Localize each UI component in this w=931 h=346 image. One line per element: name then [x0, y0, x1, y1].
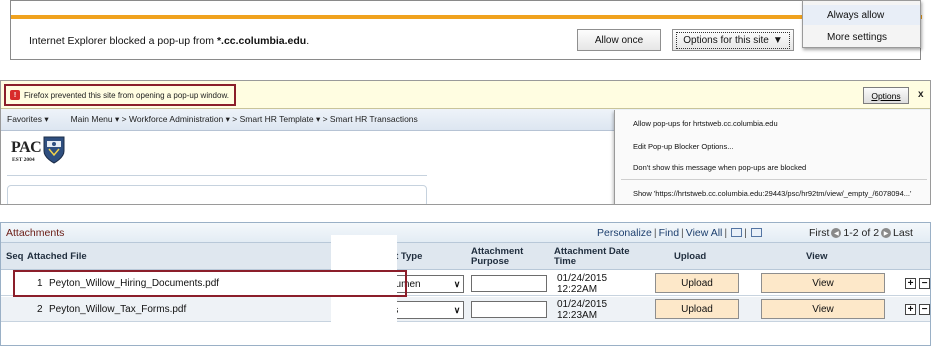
- column-header-upload: Upload: [674, 250, 707, 262]
- column-header-seq: Seq: [6, 250, 24, 262]
- ie-options-dropdown-menu: Always allow More settings: [802, 0, 921, 48]
- download-grid-icon[interactable]: [750, 228, 762, 237]
- firefox-popup-message: Firefox prevented this site from opening…: [24, 90, 230, 100]
- row-time: 12:22AM: [557, 283, 598, 295]
- page-divider: [7, 175, 427, 176]
- personalize-link[interactable]: Personalize: [597, 227, 652, 239]
- row-attachment-date: 01/24/2015 12:23AM: [557, 297, 607, 322]
- show-blocked-popup-menu-item[interactable]: Show 'https://hrtstweb.cc.columbia.edu:2…: [615, 183, 930, 203]
- first-link[interactable]: First: [809, 227, 829, 239]
- grid-pagination: First ◀ 1-2 of 2 ▶ Last: [809, 227, 913, 239]
- delete-row-icon[interactable]: −: [919, 278, 930, 289]
- column-header-attachment-date-time: Attachment Date Time: [554, 245, 630, 267]
- close-notification-icon[interactable]: x: [918, 89, 924, 100]
- pac-logo-text: PAC: [11, 139, 42, 156]
- firefox-options-dropdown-menu: Allow pop-ups for hrtstweb.cc.columbia.e…: [614, 110, 930, 204]
- column-header-attachment-purpose: Attachment Purpose: [471, 245, 524, 267]
- row-time: 12:23AM: [557, 309, 598, 321]
- previous-page-icon[interactable]: ◀: [831, 228, 842, 238]
- dropdown-arrow-icon: ▼: [772, 34, 783, 46]
- ie-popup-blocked-message: Internet Explorer blocked a pop-up from …: [29, 35, 309, 47]
- attachments-title: Attachments: [6, 227, 65, 239]
- next-page-icon[interactable]: ▶: [881, 228, 892, 238]
- row-highlight-box: [13, 270, 407, 297]
- firefox-options-label: Options: [871, 90, 901, 101]
- add-row-icon[interactable]: +: [905, 304, 916, 315]
- view-button[interactable]: View: [761, 273, 885, 293]
- row-seq: 2: [37, 304, 43, 315]
- row-attached-file: Peyton_Willow_Tax_Forms.pdf: [49, 304, 187, 315]
- grid-column-headers: Seq Attached File ent Type Attachment Pu…: [1, 243, 930, 270]
- pac-logo-est: EST 2004: [12, 157, 35, 163]
- firefox-options-button[interactable]: Options: [863, 87, 909, 104]
- last-link[interactable]: Last: [893, 227, 913, 239]
- upload-button[interactable]: Upload: [655, 273, 739, 293]
- ie-message-suffix: .: [306, 35, 310, 47]
- firefox-browser-window: ! Firefox prevented this site from openi…: [0, 80, 931, 205]
- view-all-link[interactable]: View All: [686, 227, 723, 239]
- popup-blocked-warning-icon: !: [10, 90, 20, 100]
- row-attachment-date: 01/24/2015 12:22AM: [557, 271, 607, 296]
- find-link[interactable]: Find: [659, 227, 679, 239]
- row-range-text: 1-2 of 2: [843, 227, 880, 239]
- firefox-popup-message-highlight: ! Firefox prevented this site from openi…: [4, 84, 236, 106]
- chevron-down-icon: ∨: [453, 278, 461, 289]
- attachment-purpose-input[interactable]: [471, 301, 547, 318]
- allow-once-button[interactable]: Allow once: [577, 29, 661, 51]
- options-for-this-site-button[interactable]: Options for this site ▼: [672, 29, 794, 51]
- dont-show-message-menu-item[interactable]: Don't show this message when pop-ups are…: [615, 157, 930, 177]
- column-header-attached-file: Attached File: [27, 250, 87, 262]
- attachments-grid: Attachments Personalize | Find | View All | | …: [0, 222, 931, 346]
- row-date: 01/24/2015: [557, 298, 608, 310]
- attachment-purpose-input[interactable]: [471, 275, 547, 292]
- ie-message-site: *.cc.columbia.edu: [216, 35, 307, 47]
- menu-separator: [621, 179, 927, 180]
- row-date: 01/24/2015: [557, 272, 608, 284]
- ie-message-prefix: Internet Explorer blocked a pop-up from: [29, 35, 217, 47]
- firefox-popup-notification-bar: ! Firefox prevented this site from openi…: [1, 81, 930, 109]
- add-row-icon[interactable]: +: [905, 278, 916, 289]
- more-settings-menu-item[interactable]: More settings: [803, 27, 920, 47]
- page-content-box: [7, 185, 427, 204]
- edit-popup-blocker-options-menu-item[interactable]: Edit Pop-up Blocker Options...: [615, 136, 930, 156]
- upload-button[interactable]: Upload: [655, 299, 739, 319]
- column-header-view: View: [806, 250, 828, 262]
- breadcrumb[interactable]: Main Menu ▾ > Workforce Administration ▾…: [71, 114, 418, 125]
- favorites-menu[interactable]: Favorites ▾: [7, 114, 49, 125]
- ie-notification-bar: Internet Explorer blocked a pop-up from …: [10, 0, 922, 60]
- ie-bar-accent-strip: [11, 15, 922, 19]
- view-button[interactable]: View: [761, 299, 885, 319]
- table-row: 2 Peyton_Willow_Tax_Forms.pdf ms ∨ 01/24…: [1, 297, 930, 322]
- grid-toolbar: Personalize | Find | View All | |: [597, 227, 762, 239]
- delete-row-icon[interactable]: −: [919, 304, 930, 315]
- options-for-this-site-label: Options for this site: [683, 34, 769, 46]
- allow-once-label: Allow once: [594, 34, 644, 46]
- columbia-crest-icon: [43, 136, 65, 164]
- zoom-grid-icon[interactable]: [731, 228, 743, 237]
- allow-popups-menu-item[interactable]: Allow pop-ups for hrtstweb.cc.columbia.e…: [615, 113, 930, 133]
- attachments-header-bar: Attachments Personalize | Find | View All | | …: [1, 223, 930, 243]
- always-allow-menu-item[interactable]: Always allow: [803, 5, 920, 25]
- chevron-down-icon: ∨: [453, 304, 461, 315]
